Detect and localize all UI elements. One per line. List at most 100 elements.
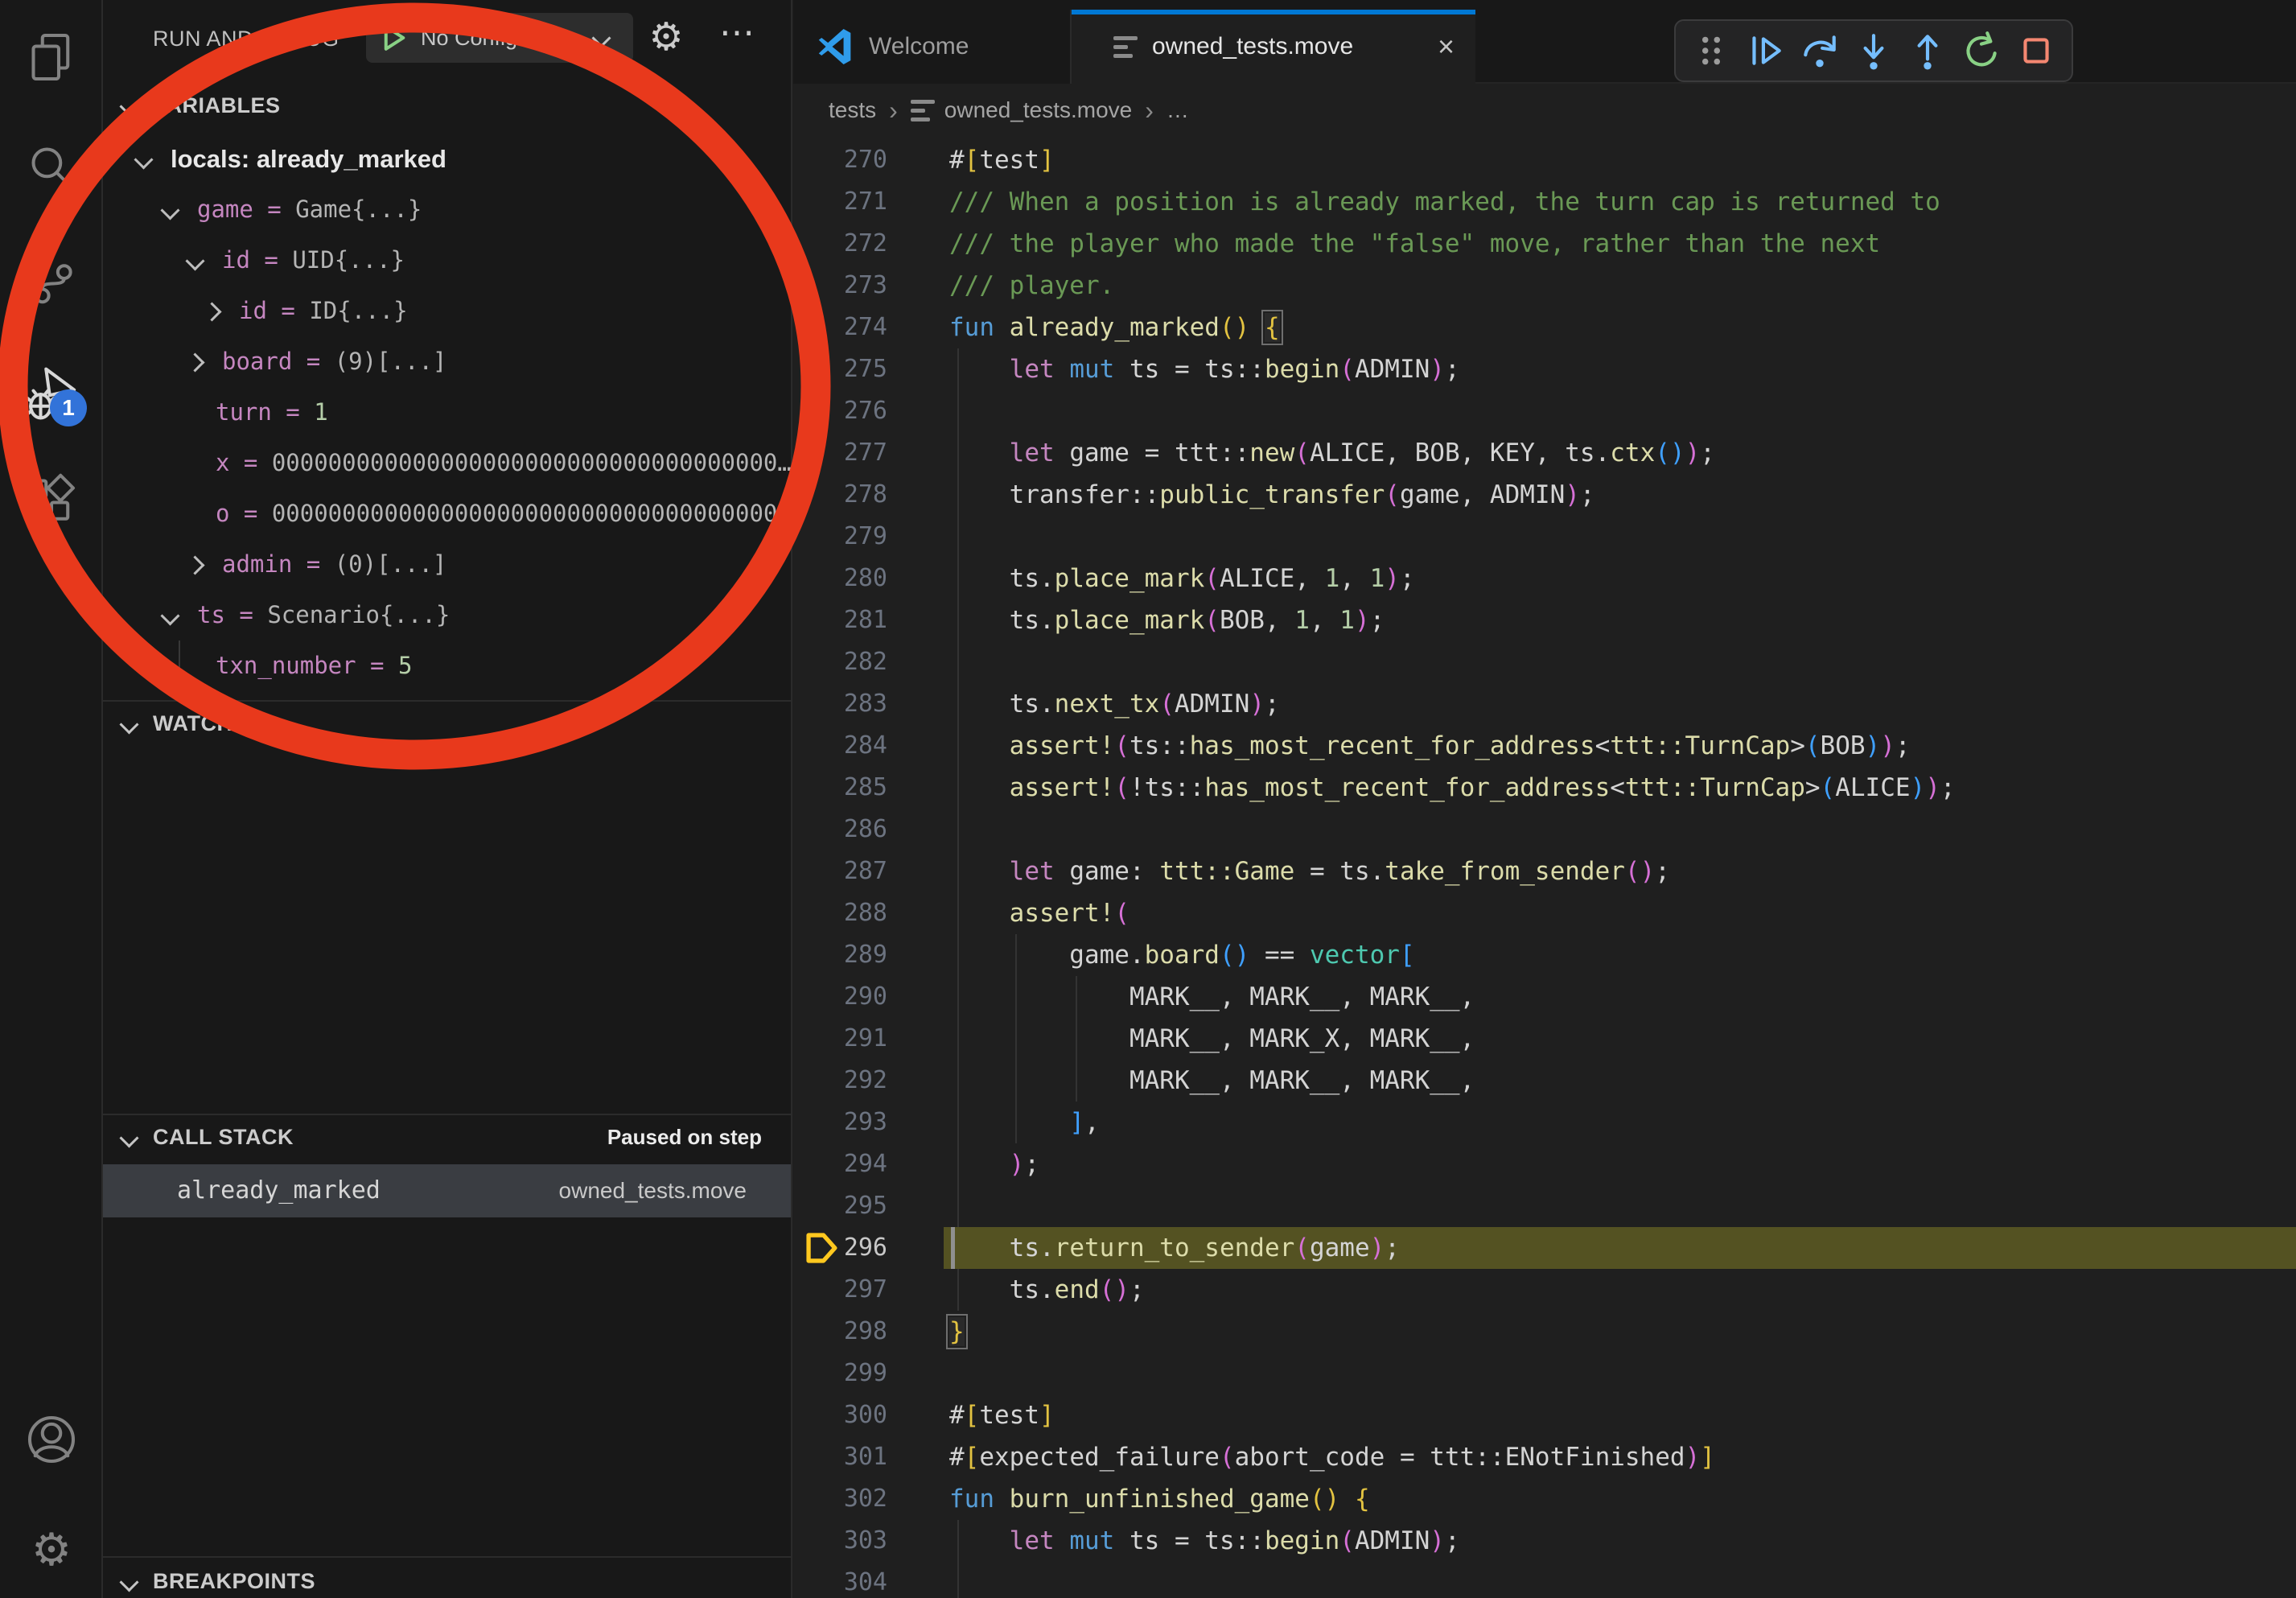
- call-stack-frame[interactable]: already_marked owned_tests.move: [103, 1164, 791, 1217]
- code-line-274[interactable]: 274fun already_marked() {: [793, 307, 2296, 348]
- code-line-292[interactable]: 292 MARK__, MARK__, MARK__,: [793, 1060, 2296, 1102]
- variable-row-admin[interactable]: admin = (0)[...]: [103, 539, 791, 590]
- code-line-289[interactable]: 289 game.board() == vector[: [793, 934, 2296, 976]
- debug-settings-gear-icon[interactable]: ⚙: [644, 11, 689, 64]
- code-line-288[interactable]: 288 assert!(: [793, 892, 2296, 934]
- watch-section-header[interactable]: WATCH: [103, 702, 791, 747]
- code-line-296[interactable]: 296 ts.return_to_sender(game);: [793, 1227, 2296, 1269]
- breakpoints-section-header[interactable]: BREAKPOINTS: [103, 1559, 791, 1598]
- code-line-301[interactable]: 301#[expected_failure(abort_code = ttt::…: [793, 1436, 2296, 1478]
- code-line-298[interactable]: 298}: [793, 1311, 2296, 1353]
- variable-row-id[interactable]: id = UID{...}: [103, 235, 791, 286]
- code-line-299[interactable]: 299: [793, 1353, 2296, 1394]
- code-text: ts.end();: [949, 1269, 1145, 1311]
- variable-row-x[interactable]: x = 000000000000000000000000000000000000…: [103, 438, 791, 488]
- step-over-button[interactable]: [1799, 30, 1841, 72]
- code-line-278[interactable]: 278 transfer::public_transfer(game, ADMI…: [793, 474, 2296, 516]
- tab-owned-tests-move[interactable]: owned_tests.move ×: [1072, 10, 1475, 84]
- code-line-295[interactable]: 295: [793, 1185, 2296, 1227]
- account-icon[interactable]: [23, 1411, 80, 1468]
- code-editor[interactable]: 270#[test]271/// When a position is alre…: [793, 139, 2296, 1598]
- code-line-294[interactable]: 294 );: [793, 1143, 2296, 1185]
- close-icon[interactable]: ×: [1438, 10, 1455, 84]
- code-line-302[interactable]: 302fun burn_unfinished_game() {: [793, 1478, 2296, 1520]
- chevron-right-icon[interactable]: [185, 555, 204, 575]
- variable-text: turn = 1: [216, 387, 328, 438]
- code-line-300[interactable]: 300#[test]: [793, 1394, 2296, 1436]
- code-line-282[interactable]: 282: [793, 641, 2296, 683]
- code-line-290[interactable]: 290 MARK__, MARK__, MARK__,: [793, 976, 2296, 1018]
- vscode-window: 1⚙ RUN AND DEBUG No Configur ⚙ ⋯ VARIABL…: [0, 0, 2296, 1598]
- frame-file: owned_tests.move: [559, 1164, 747, 1217]
- chevron-right-icon[interactable]: [202, 302, 221, 321]
- code-text: ts.next_tx(ADMIN);: [949, 683, 1280, 725]
- variable-row-id[interactable]: id = ID{...}: [103, 286, 791, 336]
- variable-row-o[interactable]: o = 000000000000000000000000000000000000…: [103, 488, 791, 539]
- chevron-right-icon[interactable]: [185, 352, 204, 372]
- explorer-icon[interactable]: [23, 28, 80, 86]
- code-line-270[interactable]: 270#[test]: [793, 139, 2296, 181]
- extensions-icon[interactable]: [23, 470, 80, 528]
- code-text: let mut ts = ts::begin(ADMIN);: [949, 1520, 1460, 1562]
- breadcrumb[interactable]: tests › owned_tests.move › …: [793, 84, 2296, 137]
- variable-row-txn_number[interactable]: txn_number = 5: [103, 640, 791, 691]
- indent-guide: [179, 640, 180, 691]
- code-line-297[interactable]: 297 ts.end();: [793, 1269, 2296, 1311]
- breadcrumb-item[interactable]: …: [1167, 97, 1189, 123]
- drag-grip-handle[interactable]: [1690, 30, 1732, 72]
- variable-text: txn_number = 5: [216, 640, 412, 691]
- code-line-272[interactable]: 272/// the player who made the "false" m…: [793, 223, 2296, 265]
- variable-name: x =: [216, 449, 272, 476]
- line-number: 297: [793, 1269, 887, 1311]
- code-line-279[interactable]: 279: [793, 516, 2296, 558]
- code-line-281[interactable]: 281 ts.place_mark(BOB, 1, 1);: [793, 599, 2296, 641]
- variables-scope-row[interactable]: locals: already_marked: [103, 134, 791, 184]
- call-stack-section-header[interactable]: CALL STACK Paused on step: [103, 1115, 791, 1160]
- debug-current-line-marker-icon[interactable]: [803, 1229, 840, 1271]
- code-line-287[interactable]: 287 let game: ttt::Game = ts.take_from_s…: [793, 850, 2296, 892]
- chevron-down-icon[interactable]: [134, 150, 153, 169]
- variable-name: admin =: [222, 550, 335, 578]
- breadcrumb-item[interactable]: owned_tests.move: [944, 97, 1132, 123]
- code-line-293[interactable]: 293 ],: [793, 1102, 2296, 1143]
- code-text: assert!(: [949, 892, 1129, 934]
- variable-row-board[interactable]: board = (9)[...]: [103, 336, 791, 387]
- chevron-down-icon[interactable]: [160, 606, 179, 625]
- variables-section-header[interactable]: VARIABLES: [103, 84, 791, 129]
- debug-toolbar: [1674, 19, 2073, 82]
- code-line-283[interactable]: 283 ts.next_tx(ADMIN);: [793, 683, 2296, 725]
- code-line-273[interactable]: 273/// player.: [793, 265, 2296, 307]
- stop-button[interactable]: [2015, 30, 2057, 72]
- tab-welcome[interactable]: Welcome: [793, 10, 1072, 84]
- start-debug-icon[interactable]: [377, 22, 409, 54]
- code-line-284[interactable]: 284 assert!(ts::has_most_recent_for_addr…: [793, 725, 2296, 767]
- restart-button[interactable]: [1961, 30, 2003, 72]
- code-line-304[interactable]: 304: [793, 1562, 2296, 1598]
- code-line-276[interactable]: 276: [793, 390, 2296, 432]
- variable-row-turn[interactable]: turn = 1: [103, 387, 791, 438]
- chevron-down-icon[interactable]: [160, 200, 179, 220]
- chevron-down-icon[interactable]: [185, 251, 204, 270]
- search-icon[interactable]: [23, 138, 80, 196]
- code-line-271[interactable]: 271/// When a position is already marked…: [793, 181, 2296, 223]
- variable-row-game[interactable]: game = Game{...}: [103, 184, 791, 235]
- step-out-button[interactable]: [1907, 30, 1948, 72]
- code-line-275[interactable]: 275 let mut ts = ts::begin(ADMIN);: [793, 348, 2296, 390]
- more-actions-icon[interactable]: ⋯: [711, 6, 763, 60]
- code-line-286[interactable]: 286: [793, 809, 2296, 850]
- code-line-285[interactable]: 285 assert!(!ts::has_most_recent_for_add…: [793, 767, 2296, 809]
- variables-tree: locals: already_markedgame = Game{...}id…: [103, 134, 791, 691]
- line-number: 289: [793, 934, 887, 976]
- debug-config-dropdown[interactable]: No Configur: [366, 13, 633, 63]
- breadcrumb-item[interactable]: tests: [829, 97, 876, 123]
- settings-gear-icon[interactable]: ⚙: [23, 1521, 80, 1579]
- code-line-280[interactable]: 280 ts.place_mark(ALICE, 1, 1);: [793, 558, 2296, 599]
- code-text: assert!(!ts::has_most_recent_for_address…: [949, 767, 1956, 809]
- source-control-icon[interactable]: [23, 249, 80, 307]
- code-line-303[interactable]: 303 let mut ts = ts::begin(ADMIN);: [793, 1520, 2296, 1562]
- step-into-button[interactable]: [1853, 30, 1895, 72]
- variable-row-ts[interactable]: ts = Scenario{...}: [103, 590, 791, 640]
- continue-button[interactable]: [1744, 30, 1786, 72]
- code-line-291[interactable]: 291 MARK__, MARK_X, MARK__,: [793, 1018, 2296, 1060]
- code-line-277[interactable]: 277 let game = ttt::new(ALICE, BOB, KEY,…: [793, 432, 2296, 474]
